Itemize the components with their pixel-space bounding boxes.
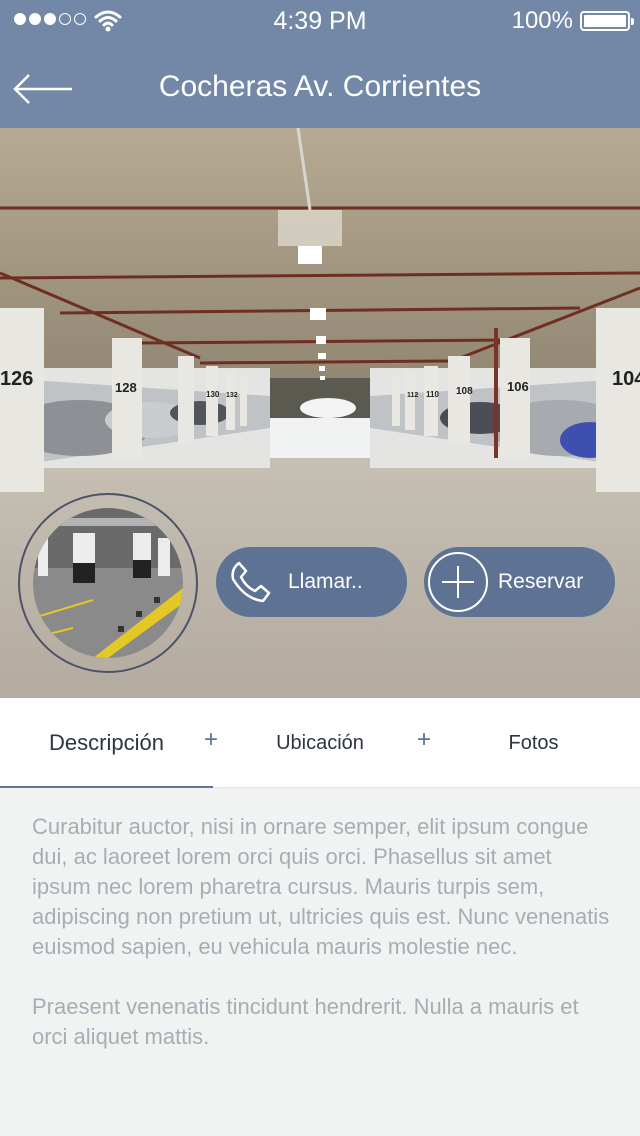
pillar-number: 110 <box>426 390 439 399</box>
description-content: Curabitur auctor, nisi in ornare semper,… <box>32 812 612 1052</box>
pillar-number: 130 <box>206 390 220 399</box>
app-header: 4:39 PM 100% Cocheras Av. Corrientes <box>0 0 640 128</box>
description-paragraph: Curabitur auctor, nisi in ornare semper,… <box>32 814 610 959</box>
tab-ubicacion[interactable]: Ubicación <box>213 698 427 788</box>
call-label: Llamar.. <box>288 570 363 593</box>
active-tab-indicator <box>0 786 213 788</box>
reserve-button[interactable]: Reservar <box>424 547 615 617</box>
phone-icon <box>220 552 280 612</box>
call-button[interactable]: Llamar.. <box>216 547 407 617</box>
pillar-number: 104 <box>612 368 640 390</box>
battery-percentage: 100% <box>511 7 573 34</box>
status-bar: 4:39 PM 100% <box>0 0 640 40</box>
pillar-number: 128 <box>115 380 137 395</box>
pillar-number: 106 <box>507 379 529 394</box>
tab-descripcion[interactable]: Descripción <box>0 698 213 788</box>
battery-icon <box>580 11 634 31</box>
pillar-number: 112 <box>407 392 418 399</box>
description-paragraph: Praesent venenatis tincidunt hendrerit. … <box>32 994 579 1049</box>
page-title: Cocheras Av. Corrientes <box>158 70 482 103</box>
pillar-number: 132 <box>226 392 238 399</box>
tab-fotos[interactable]: Fotos <box>427 698 640 788</box>
parking-thumbnail[interactable] <box>18 493 198 673</box>
reserve-label: Reservar <box>498 570 584 593</box>
plus-circle-icon <box>428 552 488 612</box>
tab-bar: Descripción + Ubicación + Fotos <box>0 698 640 788</box>
pillar-number: 126 <box>0 368 33 390</box>
parking-garage-photo: 126 128 130 132 112 110 108 106 104 Llam… <box>0 128 640 698</box>
pillar-number: 108 <box>456 386 473 397</box>
